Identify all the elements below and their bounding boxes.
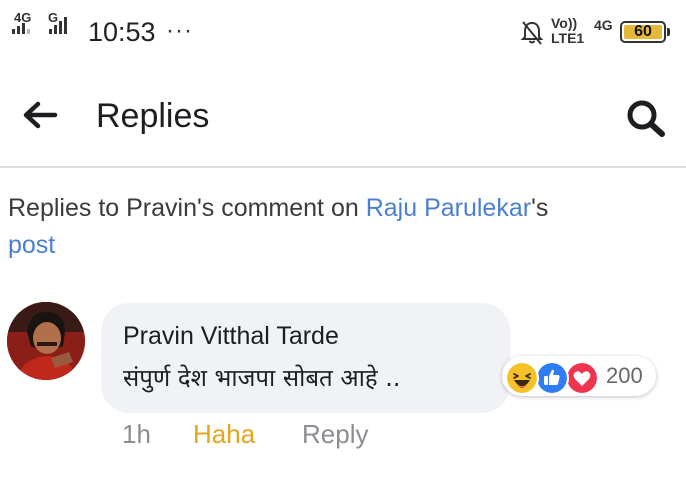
- love-icon: [565, 361, 599, 395]
- comment-author[interactable]: Pravin Vitthal Tarde: [123, 321, 339, 351]
- more-notifications-icon: ···: [166, 17, 193, 44]
- status-bar: 4G G 10:53 ··· Vo)) LTE1 4G 60: [0, 0, 686, 66]
- context-possessive: 's: [531, 194, 549, 222]
- sim2-label: G: [48, 10, 59, 25]
- network-type: 4G: [594, 17, 613, 33]
- search-icon[interactable]: [624, 98, 668, 138]
- sim2-signal: G: [48, 10, 68, 34]
- reply-button[interactable]: Reply: [302, 418, 368, 450]
- comment-text: संपुर्ण देश भाजपा सोबत आहे ..: [123, 364, 401, 392]
- sim1-label: 4G: [14, 10, 32, 25]
- reaction-summary[interactable]: 200: [502, 356, 656, 396]
- context-prefix: Replies to Pravin's comment on: [8, 194, 366, 222]
- reaction-count: 200: [606, 363, 643, 388]
- app-header: Replies: [0, 66, 686, 168]
- battery-icon: 60: [620, 21, 670, 43]
- volte-indicator: Vo)) LTE1: [551, 16, 584, 46]
- page-name-link[interactable]: Raju Parulekar: [366, 194, 531, 222]
- volte-top-label: Vo)): [551, 15, 578, 31]
- replies-context: Replies to Pravin's comment on Raju Paru…: [8, 190, 678, 264]
- comment-bubble[interactable]: Pravin Vitthal Tarde संपुर्ण देश भाजपा स…: [101, 303, 510, 413]
- post-link[interactable]: post: [8, 231, 55, 259]
- comment-timestamp[interactable]: 1h: [122, 418, 151, 450]
- sim1-signal: 4G: [12, 10, 32, 34]
- profile-photo: [7, 302, 85, 380]
- battery-level: 60: [634, 23, 652, 40]
- like-icon: [535, 361, 569, 395]
- avatar[interactable]: [7, 302, 85, 380]
- notifications-muted-icon: [520, 21, 544, 45]
- status-time: 10:53: [88, 17, 156, 47]
- volte-bottom-label: LTE1: [551, 30, 585, 46]
- page-title: Replies: [96, 97, 210, 135]
- haha-icon: [505, 361, 539, 395]
- haha-reaction-button[interactable]: Haha: [193, 418, 255, 450]
- arrow-left-icon[interactable]: [22, 100, 58, 130]
